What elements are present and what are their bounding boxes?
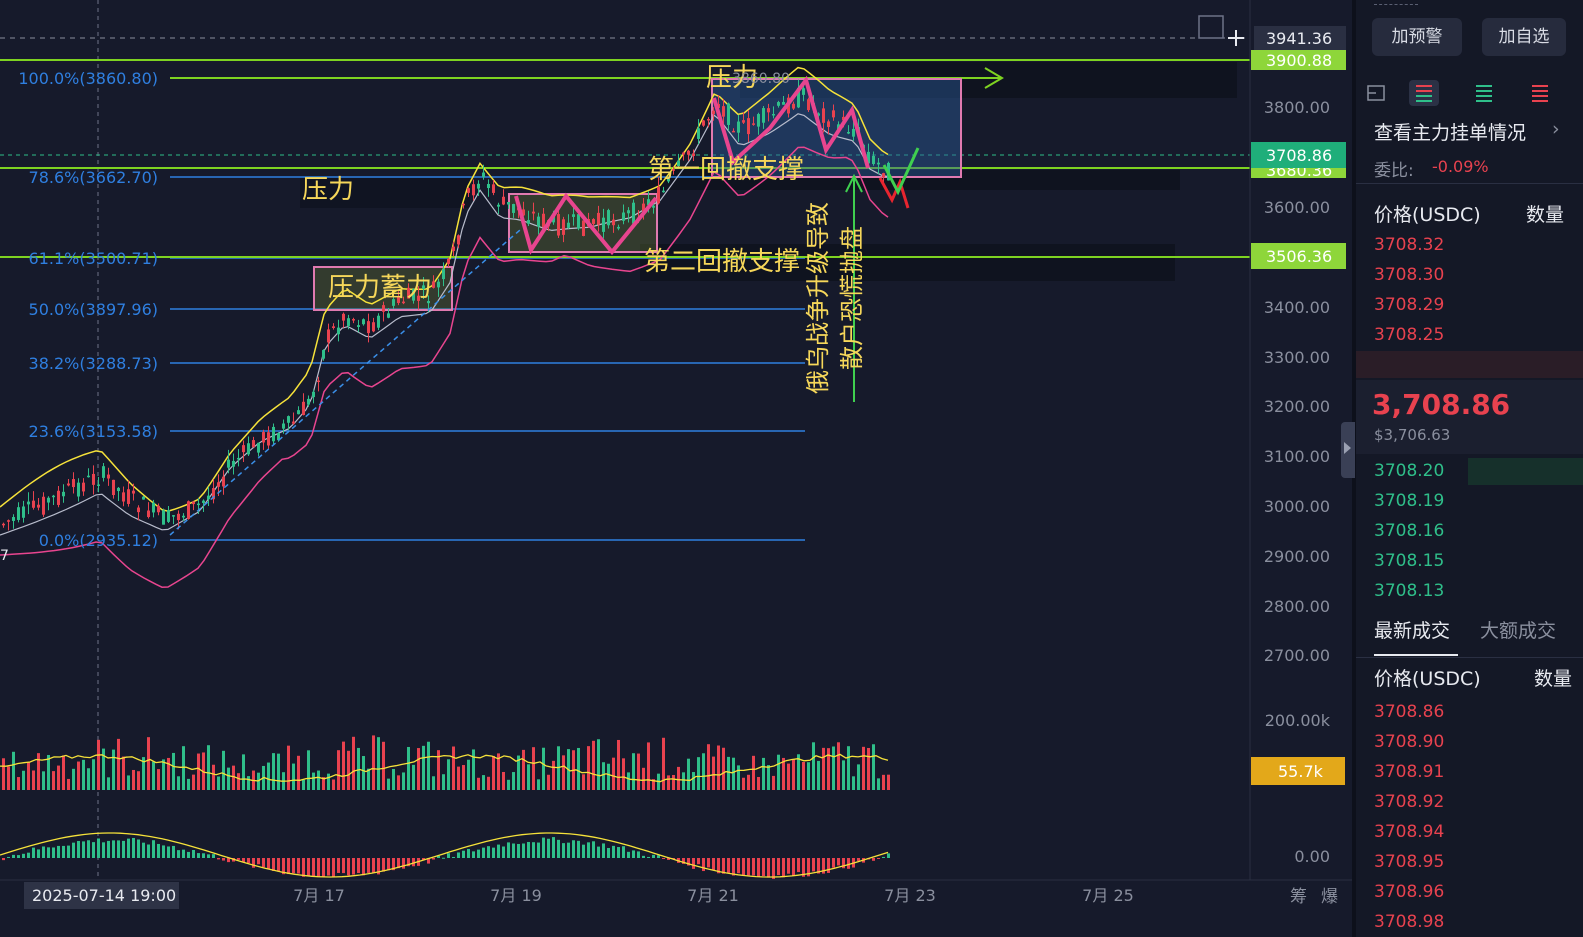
trades-price[interactable]: 3708.92 (1374, 792, 1444, 812)
cursor-date-text: 2025-07-14 19:00 (32, 886, 176, 905)
asks-price[interactable]: 3708.29 (1374, 295, 1444, 315)
bids-price[interactable]: 3708.15 (1374, 551, 1444, 571)
ask-depth-bar (1356, 351, 1583, 378)
time-axis-label: 7月 25 (1082, 886, 1134, 905)
add-watchlist-button[interactable]: 加自选 (1482, 18, 1566, 56)
order-book-panel: 加预警 加自选 查看主力挂单情况 › 委比: -0.09% 价格(USDC) 数… (1356, 0, 1583, 937)
trades-price[interactable]: 3708.94 (1374, 822, 1444, 842)
time-axis-label: 7月 19 (490, 886, 542, 905)
time-axis-label: 7月 23 (884, 886, 936, 905)
fib-label-3: 50.0%(3897.96) (29, 300, 158, 319)
bids-price[interactable]: 3708.16 (1374, 521, 1444, 541)
bids-price[interactable]: 3708.19 (1374, 491, 1444, 511)
asks-price[interactable]: 3708.30 (1374, 265, 1444, 285)
price-axis-label: 200.00k (1265, 711, 1331, 730)
price-chart[interactable]: 100.0%(3860.80) 78.6%(3662.70) 61.1%(3500.… (0, 0, 1352, 937)
asks-price[interactable]: 3708.25 (1374, 325, 1444, 345)
major-orders-link[interactable]: 查看主力挂单情况 (1374, 118, 1526, 145)
annotation-pressure-left: 压力 (302, 175, 354, 205)
annotation-accumulate: 压力蓄力 (328, 273, 432, 303)
trades-price[interactable]: 3708.95 (1374, 852, 1444, 872)
price-tag-resistance-text: 3900.88 (1266, 51, 1332, 70)
fib-label-0: 100.0%(3860.80) (18, 69, 158, 88)
annotation-vertical-1: 俄乌战争升级导致 (804, 202, 832, 394)
trades-price[interactable]: 3708.98 (1374, 912, 1444, 932)
price-tag-support-text: 3506.36 (1266, 247, 1332, 266)
asks-price[interactable]: 3708.32 (1374, 235, 1444, 255)
tab-latest-trades[interactable]: 最新成交 (1374, 616, 1450, 643)
ratio-value: -0.09% (1432, 157, 1489, 176)
bids-price[interactable]: 3708.20 (1374, 461, 1444, 481)
price-axis-label: 3300.00 (1264, 348, 1330, 367)
trades-price[interactable]: 3708.86 (1374, 702, 1444, 722)
annotation-pullback-1: 第一回撤支撑 (648, 155, 804, 185)
price-axis-label: 3200.00 (1264, 397, 1330, 416)
price-axis-label: 3100.00 (1264, 447, 1330, 466)
trades-price[interactable]: 3708.90 (1374, 732, 1444, 752)
fib-label-1: 78.6%(3662.70) (29, 168, 158, 187)
liquidation-button[interactable]: 爆 (1321, 887, 1338, 907)
orderbook-view-bids-icon[interactable] (1468, 80, 1498, 106)
fib-label-4: 38.2%(3288.73) (29, 354, 158, 373)
mid-price-usd: $3,706.63 (1374, 426, 1451, 444)
trades-price-header: 价格(USDC) (1374, 668, 1481, 690)
fib-label-6: 0.0%(2935.12) (39, 531, 158, 550)
price-axis-label: 3600.00 (1264, 198, 1330, 217)
add-alert-button[interactable]: 加预警 (1372, 18, 1462, 56)
price-axis-label: 2900.00 (1264, 547, 1330, 566)
trades-qty-header: 数量 (1534, 668, 1573, 690)
trades-price[interactable]: 3708.96 (1374, 882, 1444, 902)
bid-depth-bar (1468, 458, 1583, 485)
fib-label-5: 23.6%(3153.58) (29, 422, 158, 441)
price-axis-label: 2700.00 (1264, 646, 1330, 665)
mid-price: 3,708.86 (1372, 388, 1511, 421)
collapse-panel-handle[interactable] (1341, 422, 1355, 478)
chevron-right-icon[interactable]: › (1552, 118, 1560, 140)
orderbook-qty-header: 数量 (1526, 204, 1565, 226)
chip-distribution-button[interactable]: 筹 (1290, 887, 1307, 907)
left-edge-label: 7 (0, 548, 9, 564)
trades-price[interactable]: 3708.91 (1374, 762, 1444, 782)
price-axis-label: 2800.00 (1264, 597, 1330, 616)
annotation-pullback-2: 第二回撤支撑 (644, 247, 800, 277)
price-axis-label: 3000.00 (1264, 497, 1330, 516)
annotation-high-label: 3860.80 (732, 71, 790, 87)
price-tag-last-text: 3708.86 (1266, 146, 1332, 165)
price-axis-label: 3800.00 (1264, 98, 1330, 117)
bids-price[interactable]: 3708.13 (1374, 581, 1444, 601)
price-axis-label: 3400.00 (1264, 298, 1330, 317)
price-tag-top-current-text: 3941.36 (1266, 29, 1332, 48)
price-axis-label: 0.00 (1294, 847, 1330, 866)
orderbook-view-both-icon[interactable] (1362, 80, 1392, 106)
orderbook-view-asks-icon[interactable] (1524, 80, 1554, 106)
annotation-vertical-2: 散户恐慌抛盘 (838, 226, 866, 370)
price-tag-volume-text: 55.7k (1278, 762, 1324, 781)
time-axis-label: 7月 17 (293, 886, 345, 905)
tab-large-trades[interactable]: 大额成交 (1480, 616, 1556, 643)
chevron-right-icon (1344, 442, 1351, 454)
orderbook-price-header: 价格(USDC) (1374, 204, 1481, 226)
ratio-label: 委比: (1374, 161, 1414, 181)
fib-label-2: 61.1%(3500.71) (29, 249, 158, 268)
orderbook-view-split-icon[interactable] (1409, 80, 1439, 106)
time-axis-label: 7月 21 (687, 886, 739, 905)
